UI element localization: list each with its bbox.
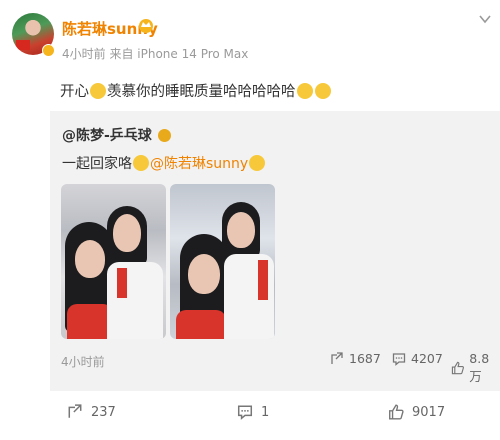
- post-time: 4小时前: [62, 47, 106, 61]
- repost-comment-button[interactable]: 4207: [392, 351, 443, 366]
- laugh-emoji-icon: [296, 82, 313, 99]
- verified-badge-icon: [157, 128, 171, 142]
- crown-icon: [139, 19, 153, 33]
- share-button[interactable]: 237: [67, 404, 116, 420]
- repost-author-name[interactable]: @陈梦-乒乓球: [62, 125, 152, 145]
- post-text: 开心 羡慕你的睡眠质量哈哈哈哈哈: [60, 80, 332, 101]
- post-header: 陈若琳sunny 4小时前 来自 iPhone 14 Pro Max: [0, 0, 500, 76]
- share-count: 237: [91, 404, 116, 420]
- repost-like-button[interactable]: 8.8万: [451, 351, 500, 385]
- comment-button[interactable]: 1: [237, 404, 269, 420]
- comment-icon: [392, 352, 406, 366]
- post-text-body: 羡慕你的睡眠质量哈哈哈哈哈: [107, 84, 296, 100]
- share-icon: [68, 404, 82, 418]
- thumbs-up-icon: [451, 361, 464, 375]
- post-text-start: 开心: [60, 84, 89, 100]
- repost-mention[interactable]: @陈若琳sunny: [150, 153, 248, 173]
- shy-emoji-icon: [249, 155, 266, 171]
- action-bar: 237 1 9017: [0, 391, 500, 440]
- repost-time: 4小时前: [61, 355, 105, 369]
- laugh-emoji-icon: [314, 82, 331, 99]
- photo-2[interactable]: [170, 184, 275, 339]
- repost-share-count: 1687: [349, 351, 381, 366]
- repost-like-count: 8.8万: [469, 351, 490, 384]
- repost-share-button[interactable]: 1687: [330, 351, 381, 366]
- comment-icon: [237, 405, 253, 420]
- like-button[interactable]: 9017: [388, 404, 445, 420]
- repost-author[interactable]: @陈梦-乒乓球: [62, 125, 171, 145]
- reposted-content[interactable]: @陈梦-乒乓球 一起回家咯 @陈若琳sunny 4小时前 1687 4207 8…: [50, 111, 500, 391]
- post-source: 来自 iPhone 14 Pro Max: [109, 47, 249, 61]
- china-flag-icon: [16, 40, 30, 50]
- thumbs-up-icon: [389, 404, 404, 420]
- chevron-down-icon[interactable]: [479, 14, 491, 24]
- like-count: 9017: [412, 404, 446, 420]
- post-meta: 4小时前 来自 iPhone 14 Pro Max: [62, 45, 248, 62]
- repost-comment-count: 4207: [411, 351, 443, 366]
- verified-badge-icon: [42, 44, 55, 57]
- repost-text: 一起回家咯 @陈若琳sunny: [62, 153, 266, 173]
- happy-emoji-icon: [90, 82, 106, 99]
- share-icon: [331, 351, 343, 364]
- repost-text-body: 一起回家咯: [62, 156, 132, 172]
- comment-count: 1: [261, 404, 270, 420]
- photo-1[interactable]: [61, 184, 166, 339]
- tongue-emoji-icon: [133, 155, 149, 171]
